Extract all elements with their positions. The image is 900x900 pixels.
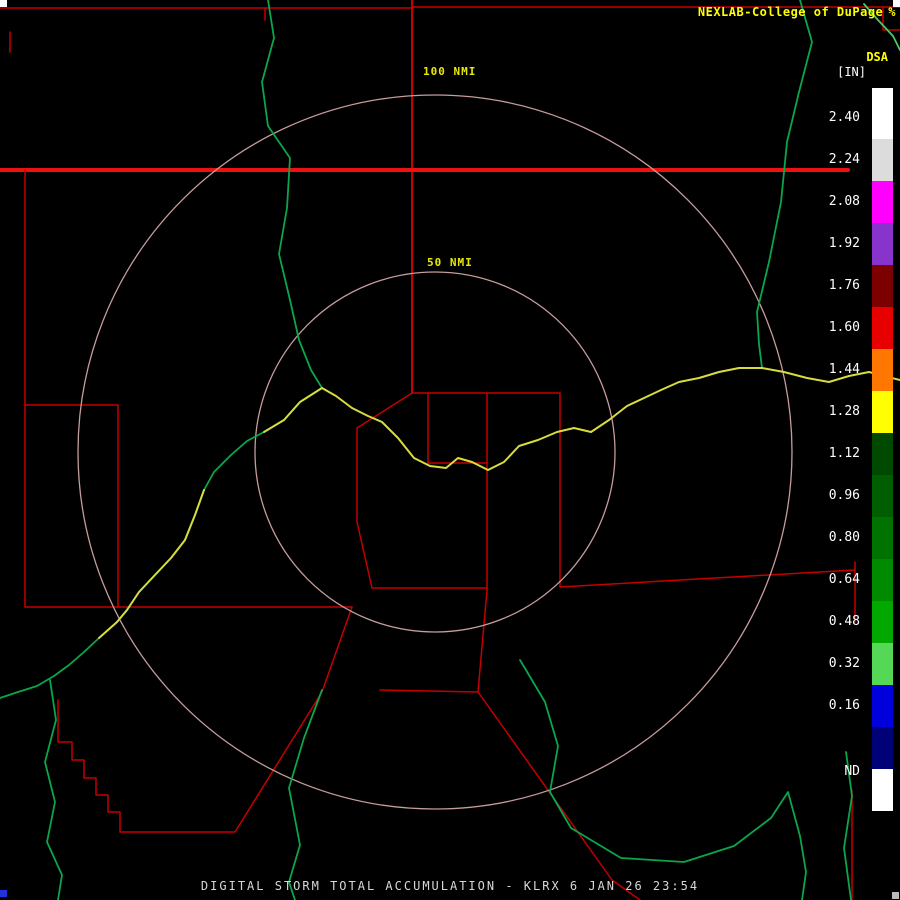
corner-marker-bottom-right [892, 892, 899, 899]
river [0, 387, 323, 699]
colorbar-value-label: 0.32 [828, 656, 860, 671]
brand-text: NEXLAB-College of DuPage [697, 5, 884, 19]
range-ring-label-100nmi: 100 NMI [421, 65, 479, 78]
product-caption: DIGITAL STORM TOTAL ACCUMULATION - KLRX … [200, 879, 700, 893]
colorbar-segment [872, 265, 893, 307]
county-line [57, 699, 121, 833]
colorbar-segment [872, 475, 893, 517]
colorbar-segment [872, 349, 893, 391]
corner-marker-bottom-left [0, 890, 7, 897]
colorbar-value-label: 2.40 [828, 110, 860, 125]
colorbar-segment [872, 727, 893, 769]
county-line [119, 606, 353, 833]
range-ring-label-50nmi: 50 NMI [425, 256, 475, 269]
brand-suffix-glyph: % [888, 5, 896, 19]
product-code-label: DSA [866, 50, 888, 64]
colorbar-segment [872, 223, 893, 265]
colorbar-segment [872, 307, 893, 349]
colorbar-value-label: 0.64 [828, 572, 860, 587]
county-line [356, 392, 488, 589]
county-line [477, 589, 641, 900]
corner-marker-top-right [893, 0, 900, 7]
colorbar-segment [872, 391, 893, 433]
colorbar-segment [872, 559, 893, 601]
colorbar-value-label: 1.76 [828, 278, 860, 293]
colorbar-value-label: 0.16 [828, 698, 860, 713]
colorbar-value-label: 1.28 [828, 404, 860, 419]
corner-marker-top-left [0, 0, 7, 7]
colorbar-value-label: 0.48 [828, 614, 860, 629]
colorbar-segment [872, 88, 893, 139]
major-river [98, 489, 205, 639]
colorbar-value-label: 1.44 [828, 362, 860, 377]
site-brand: NEXLAB-College of DuPage% [698, 5, 896, 19]
colorbar-value-label: 1.60 [828, 320, 860, 335]
county-line [24, 404, 119, 608]
river [756, 0, 813, 369]
range-ring [254, 271, 616, 633]
units-label: [IN] [837, 65, 866, 79]
colorbar-segment [872, 139, 893, 181]
river [519, 659, 807, 900]
river [44, 679, 63, 900]
colorbar-segment [872, 517, 893, 559]
county-line [427, 392, 488, 464]
county-line [379, 689, 479, 693]
colorbar-value-label: ND [844, 764, 860, 779]
colorbar-segment [872, 685, 893, 727]
radar-map [0, 0, 900, 900]
river [288, 689, 323, 900]
colorbar-segment [872, 601, 893, 643]
radar-display: 100 NMI 50 NMI NEXLAB-College of DuPage%… [0, 0, 900, 900]
colorbar-segment [872, 181, 893, 223]
colorbar-value-label: 1.92 [828, 236, 860, 251]
colorbar-value-label: 0.80 [828, 530, 860, 545]
colorbar-value-label: 2.08 [828, 194, 860, 209]
range-ring [77, 94, 793, 810]
river [261, 0, 323, 389]
major-river [263, 387, 323, 433]
colorbar-segment [872, 643, 893, 685]
colorbar-segment [872, 769, 893, 811]
colorbar-value-label: 1.12 [828, 446, 860, 461]
colorbar-value-label: 0.96 [828, 488, 860, 503]
colorbar-segment [872, 433, 893, 475]
colorbar-value-label: 2.24 [828, 152, 860, 167]
